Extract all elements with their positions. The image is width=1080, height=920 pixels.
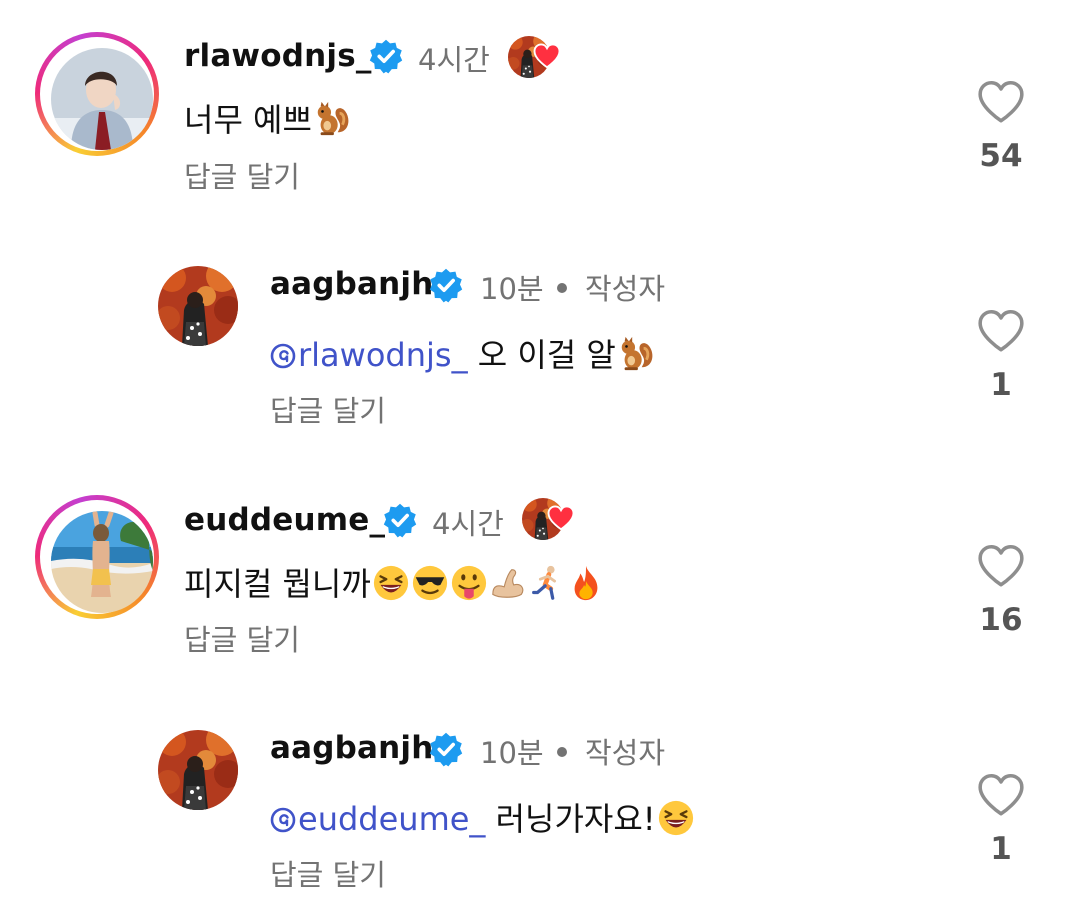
comment-text-body: 오 이걸 알	[467, 336, 616, 374]
story-ring[interactable]	[35, 32, 159, 156]
comment-time: 10분	[480, 272, 544, 306]
comment-time: 4시간	[432, 507, 504, 541]
reply-button[interactable]: 답글 달기	[270, 852, 386, 894]
separator-dot	[557, 283, 567, 293]
heart-filled-icon	[546, 504, 576, 532]
squirrel-emoji-icon	[617, 335, 655, 373]
laughing-emoji-icon	[372, 564, 410, 602]
heart-outline-icon[interactable]	[976, 772, 1026, 818]
flexed-biceps-emoji-icon	[489, 564, 527, 602]
comment-username[interactable]: rlawodnjs_	[184, 38, 372, 74]
avatar[interactable]	[158, 730, 238, 810]
author-tag: 작성자	[585, 272, 666, 306]
comment-text: euddeume_ 러닝가자요!	[270, 794, 695, 840]
heart-filled-icon	[532, 42, 562, 70]
comment-text: rlawodnjs_ 오 이걸 알	[270, 330, 655, 376]
heart-outline-icon[interactable]	[976, 308, 1026, 354]
reply-button[interactable]: 답글 달기	[270, 388, 386, 430]
comment-username[interactable]: aagbanjh	[270, 730, 434, 766]
comment-text: 피지컬 뭡니까	[184, 559, 605, 605]
sunglasses-emoji-icon	[411, 564, 449, 602]
mention-link[interactable]: rlawodnjs_	[270, 336, 468, 374]
like-count: 54	[979, 138, 1023, 174]
tongue-emoji-icon	[450, 564, 488, 602]
story-ring[interactable]	[35, 495, 159, 619]
avatar[interactable]	[158, 266, 238, 346]
fire-emoji-icon	[567, 564, 605, 602]
heart-outline-icon[interactable]	[976, 543, 1026, 589]
comment-text-body: 러닝가자요!	[485, 800, 656, 838]
comment-text-body: 피지컬 뭡니까	[184, 565, 371, 603]
liked-by-author-badge	[522, 498, 568, 544]
verified-badge-icon	[428, 731, 464, 767]
like-count: 16	[979, 602, 1023, 638]
verified-badge-icon	[428, 267, 464, 303]
reply-button[interactable]: 답글 달기	[184, 617, 300, 659]
comment-username[interactable]: euddeume_	[184, 502, 385, 538]
runner-emoji-icon	[528, 564, 566, 602]
squirrel-emoji-icon	[313, 100, 351, 138]
comment-username[interactable]: aagbanjh	[270, 266, 434, 302]
verified-badge-icon	[368, 38, 404, 74]
heart-outline-icon[interactable]	[976, 79, 1026, 125]
author-tag: 작성자	[585, 736, 666, 770]
separator-dot	[557, 747, 567, 757]
mention-username: euddeume_	[298, 800, 486, 838]
avatar[interactable]	[51, 48, 153, 150]
comment-time: 10분	[480, 736, 544, 770]
like-count: 1	[990, 831, 1012, 867]
avatar[interactable]	[51, 511, 153, 613]
liked-by-author-badge	[508, 36, 554, 82]
mention-icon	[270, 343, 296, 369]
verified-badge-icon	[382, 502, 418, 538]
like-count: 1	[990, 367, 1012, 403]
comment-text: 너무 예쁘	[184, 95, 351, 141]
laughing-emoji-icon	[657, 799, 695, 837]
mention-link[interactable]: euddeume_	[270, 800, 485, 838]
mention-username: rlawodnjs_	[298, 336, 468, 374]
mention-icon	[270, 807, 296, 833]
reply-button[interactable]: 답글 달기	[184, 154, 300, 196]
comment-time: 4시간	[418, 43, 490, 77]
comment-text-body: 너무 예쁘	[184, 101, 312, 139]
